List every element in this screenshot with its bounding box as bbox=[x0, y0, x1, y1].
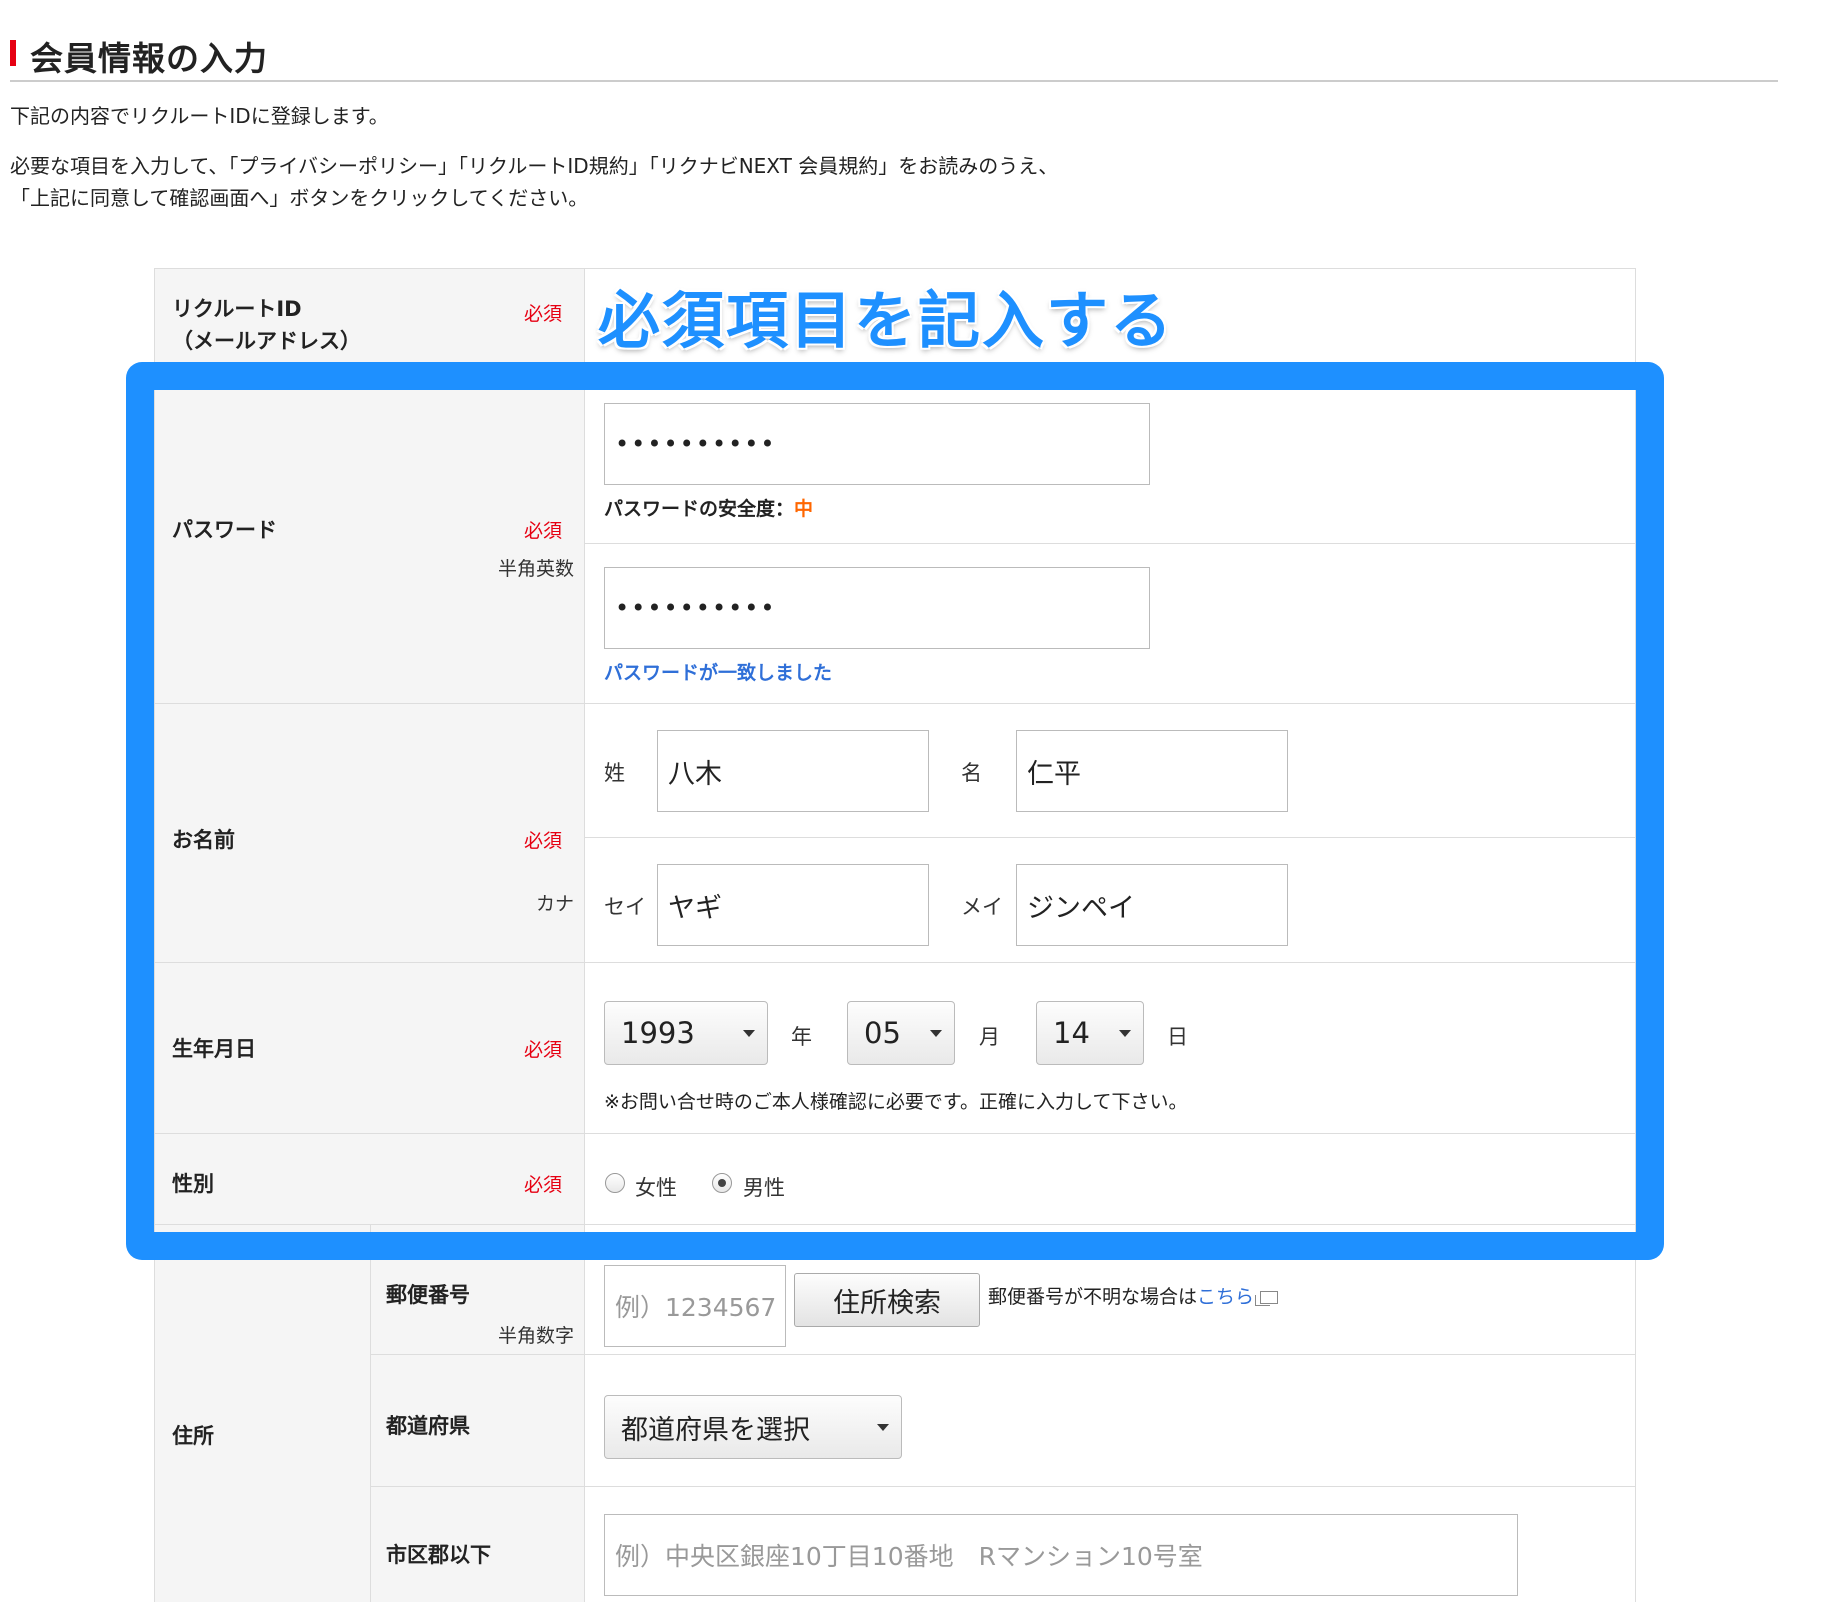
birth-day-select[interactable]: 14 bbox=[1036, 1001, 1144, 1065]
chevron-down-icon bbox=[930, 1030, 942, 1037]
chevron-down-icon bbox=[877, 1424, 889, 1431]
postal-help: 郵便番号が不明な場合はこちら bbox=[988, 1282, 1279, 1309]
postal-help-link[interactable]: こちら bbox=[1197, 1286, 1254, 1308]
chevron-down-icon bbox=[743, 1030, 755, 1037]
birth-year-value: 1993 bbox=[621, 1016, 695, 1050]
external-window-icon bbox=[1255, 1291, 1279, 1306]
required-badge: 必須 bbox=[523, 830, 562, 852]
label-cell-birthday: 生年月日 必須 bbox=[155, 963, 585, 1133]
agreement-line-2: 「上記に同意して確認画面へ」ボタンをクリックしてください。 bbox=[10, 186, 589, 210]
gender-male-radio[interactable] bbox=[712, 1173, 732, 1193]
birth-month-select[interactable]: 05 bbox=[847, 1001, 955, 1065]
password-strength: パスワードの安全度：中 bbox=[604, 494, 813, 521]
intro-text: 下記の内容でリクルートIDに登録します。 bbox=[10, 104, 389, 128]
title-accent-bar bbox=[10, 40, 16, 66]
annotation-callout: 必須項目を記入する bbox=[598, 284, 1175, 357]
required-badge: 必須 bbox=[523, 303, 562, 325]
address-sublabels: 郵便番号 半角数字 都道府県 市区郡以下 bbox=[371, 1225, 585, 1602]
password-confirm-input[interactable]: •••••••••• bbox=[604, 567, 1150, 649]
address-search-button[interactable]: 住所検索 bbox=[794, 1273, 980, 1327]
gender-label: 性別 bbox=[172, 1172, 214, 1196]
city-label: 市区郡以下 bbox=[386, 1543, 491, 1567]
sei-label: 姓 bbox=[604, 761, 625, 785]
prefecture-select[interactable]: 都道府県を選択 bbox=[604, 1395, 902, 1459]
birth-year-select[interactable]: 1993 bbox=[604, 1001, 768, 1065]
city-address-input[interactable]: 例）中央区銀座10丁目10番地 Rマンション10号室 bbox=[604, 1514, 1518, 1596]
row-divider bbox=[371, 1486, 1635, 1487]
birth-month-value: 05 bbox=[864, 1016, 901, 1050]
sei-kana-label: セイ bbox=[604, 895, 646, 919]
chevron-down-icon bbox=[1119, 1030, 1131, 1037]
agreement-instructions: 必要な項目を入力して、「プライバシーポリシー」「リクルートID規約」「リクナビN… bbox=[10, 150, 1058, 214]
birthday-label: 生年月日 bbox=[172, 1037, 256, 1061]
postal-format-note: 半角数字 bbox=[497, 1325, 574, 1347]
label-cell-recruit-id: リクルートID （メールアドレス） 必須 bbox=[155, 269, 585, 363]
row-divider bbox=[371, 1354, 1635, 1355]
postal-label: 郵便番号 bbox=[386, 1283, 470, 1307]
name-label: お名前 bbox=[172, 828, 235, 852]
gender-male-label[interactable]: 男性 bbox=[743, 1172, 785, 1202]
kana-sublabel: カナ bbox=[535, 893, 574, 915]
row-divider bbox=[585, 837, 1635, 838]
mei-label: 名 bbox=[961, 761, 982, 785]
birthday-note: ※お問い合せ時のご本人様確認に必要です。正確に入力して下さい。 bbox=[604, 1091, 1188, 1113]
agreement-line-1: 必要な項目を入力して、「プライバシーポリシー」「リクルートID規約」「リクナビN… bbox=[10, 154, 1059, 178]
password-match-message: パスワードが一致しました bbox=[604, 662, 833, 684]
last-name-input[interactable]: 八木 bbox=[657, 730, 929, 812]
gender-female-label[interactable]: 女性 bbox=[635, 1172, 677, 1202]
month-unit: 月 bbox=[979, 1025, 1000, 1049]
member-form: リクルートID （メールアドレス） 必須 パスワード 必須 半角英数 •••••… bbox=[154, 268, 1636, 1602]
mei-kana-label: メイ bbox=[961, 895, 1003, 919]
label-cell-gender: 性別 必須 bbox=[155, 1134, 585, 1224]
recruit-id-label: リクルートID bbox=[172, 297, 302, 321]
recruit-id-sublabel: （メールアドレス） bbox=[172, 329, 361, 353]
last-name-kana-input[interactable]: ヤギ bbox=[657, 864, 929, 946]
year-unit: 年 bbox=[791, 1025, 812, 1049]
first-name-kana-input[interactable]: ジンペイ bbox=[1016, 864, 1288, 946]
label-cell-password: パスワード 必須 半角英数 bbox=[155, 364, 585, 703]
password-label: パスワード bbox=[172, 518, 277, 542]
required-badge: 必須 bbox=[523, 1174, 562, 1196]
page-title: 会員情報の入力 bbox=[10, 28, 1778, 82]
page-title-text: 会員情報の入力 bbox=[30, 39, 268, 78]
password-format-note: 半角英数 bbox=[497, 558, 574, 580]
postal-code-input[interactable]: 例）1234567 bbox=[604, 1265, 786, 1347]
birth-day-value: 14 bbox=[1053, 1016, 1090, 1050]
required-badge: 必須 bbox=[523, 1039, 562, 1061]
password-strength-label: パスワードの安全度： bbox=[604, 498, 795, 520]
label-cell-name: お名前 必須 カナ bbox=[155, 704, 585, 962]
row-divider bbox=[585, 543, 1635, 544]
password-strength-value: 中 bbox=[794, 498, 814, 520]
gender-female-radio[interactable] bbox=[605, 1173, 625, 1193]
address-label: 住所 bbox=[172, 1424, 214, 1448]
first-name-input[interactable]: 仁平 bbox=[1016, 730, 1288, 812]
day-unit: 日 bbox=[1167, 1025, 1188, 1049]
prefecture-value: 都道府県を選択 bbox=[621, 1414, 810, 1446]
password-input[interactable]: •••••••••• bbox=[604, 403, 1150, 485]
required-badge: 必須 bbox=[523, 520, 562, 542]
postal-help-text: 郵便番号が不明な場合は bbox=[988, 1286, 1198, 1308]
prefecture-label: 都道府県 bbox=[386, 1414, 470, 1438]
label-cell-address: 住所 bbox=[155, 1225, 371, 1602]
